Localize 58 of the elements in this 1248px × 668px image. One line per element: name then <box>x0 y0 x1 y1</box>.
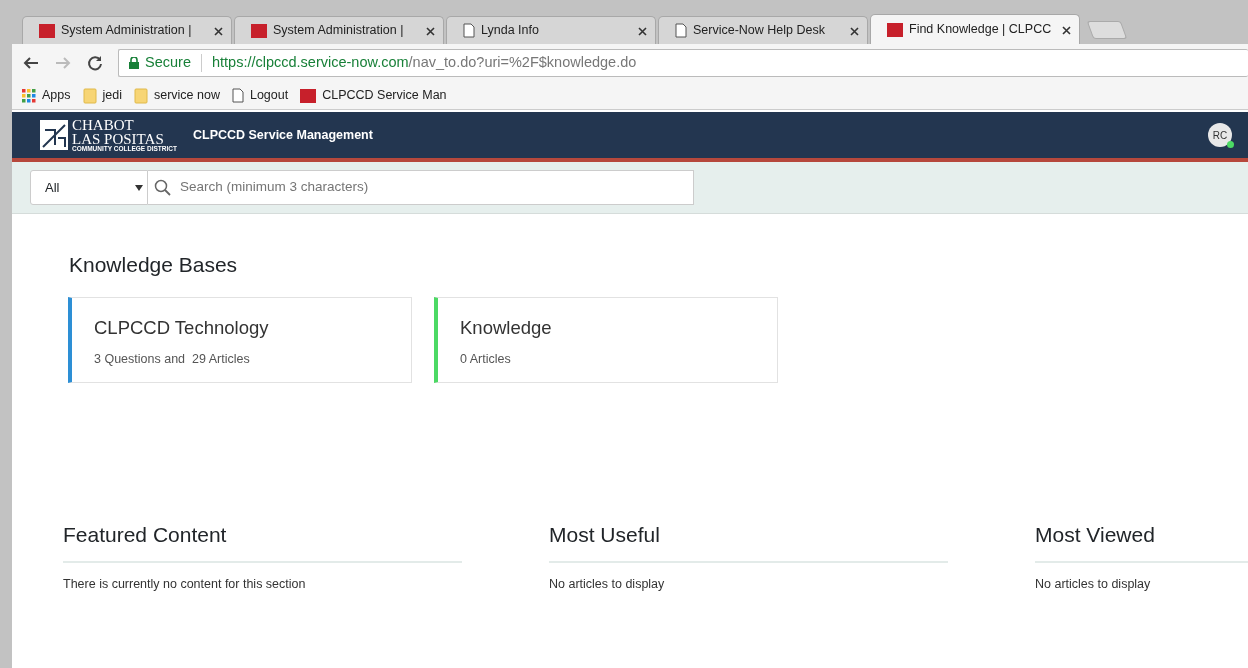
close-icon <box>214 27 223 37</box>
bookmark-item[interactable]: CLPCCD Service Man <box>300 86 447 105</box>
apps-icon <box>22 88 36 103</box>
close-button[interactable] <box>214 24 223 37</box>
url-text: https://clpccd.service-now.com/nav_to.do?uri=%2F$knowledge.do <box>211 53 637 73</box>
browser-tab[interactable]: Lynda Info <box>446 16 656 44</box>
browser-tab[interactable]: System Administration | <box>22 16 232 44</box>
close-button[interactable] <box>1062 23 1071 36</box>
lock-icon <box>129 57 139 69</box>
folder-icon <box>82 87 97 104</box>
secure-label: Secure <box>145 53 191 73</box>
address-bar[interactable]: Secure https://clpccd.service-now.com/nav_to.do?uri=%2F$knowledge.do <box>118 49 1248 77</box>
card-summary: 0 Articles <box>460 350 512 368</box>
knowledge-base-card[interactable]: Knowledge 0 Articles <box>434 297 778 384</box>
close-button[interactable] <box>426 24 435 37</box>
caret-icon <box>135 184 143 191</box>
building-logo-icon <box>40 120 68 150</box>
user-avatar[interactable]: RC <box>1208 123 1232 147</box>
page-icon <box>675 23 687 38</box>
browser-tab[interactable]: System Administration | <box>234 16 444 44</box>
scope-dropdown[interactable]: All <box>30 170 148 205</box>
logo-text: LAS POSITAS <box>72 131 164 147</box>
bookmark-item[interactable]: jedi <box>82 86 122 105</box>
close-button[interactable] <box>850 24 859 37</box>
empty-message: No articles to display <box>549 575 666 593</box>
close-icon <box>1062 26 1071 36</box>
knowledge-base-card[interactable]: CLPCCD Technology 3 Questions and 29 Articles <box>68 297 412 384</box>
section-heading: Knowledge Bases <box>69 252 239 278</box>
reload-button[interactable] <box>86 54 104 72</box>
logo-icon <box>251 23 267 38</box>
close-icon <box>638 27 647 37</box>
card-summary: 3 Questions and 29 Articles <box>94 350 251 368</box>
close-icon <box>426 27 435 37</box>
page-icon <box>463 23 475 38</box>
section-heading: Most Useful <box>549 519 948 563</box>
close-button[interactable] <box>638 24 647 37</box>
browser-tab[interactable]: Find Knowledge | CLPCC <box>870 14 1080 44</box>
empty-message: No articles to display <box>1035 575 1152 593</box>
card-title: CLPCCD Technology <box>94 316 270 341</box>
empty-message: There is currently no content for this section <box>63 575 307 593</box>
logo-icon <box>887 22 903 37</box>
search-bar[interactable]: Search (minimum 3 characters) <box>148 170 694 205</box>
close-icon <box>850 27 859 37</box>
bookmark-item[interactable]: Logout <box>231 86 289 105</box>
logo-icon <box>300 88 317 103</box>
bookmark-item[interactable]: service now <box>133 86 220 105</box>
app-title: CLPCCD Service Management <box>192 126 373 144</box>
logo-text: CHABOT <box>72 117 135 132</box>
card-title: Knowledge <box>460 316 553 341</box>
page-icon <box>231 88 244 103</box>
search-icon <box>154 178 172 197</box>
logo-icon <box>39 23 55 38</box>
section-heading: Featured Content <box>63 519 462 563</box>
browser-tab[interactable]: Service-Now Help Desk <box>658 16 868 44</box>
folder-icon <box>133 87 148 104</box>
section-heading: Most Viewed <box>1035 519 1248 563</box>
bookmark-item[interactable]: Apps <box>22 86 71 105</box>
reload-icon <box>86 54 104 72</box>
